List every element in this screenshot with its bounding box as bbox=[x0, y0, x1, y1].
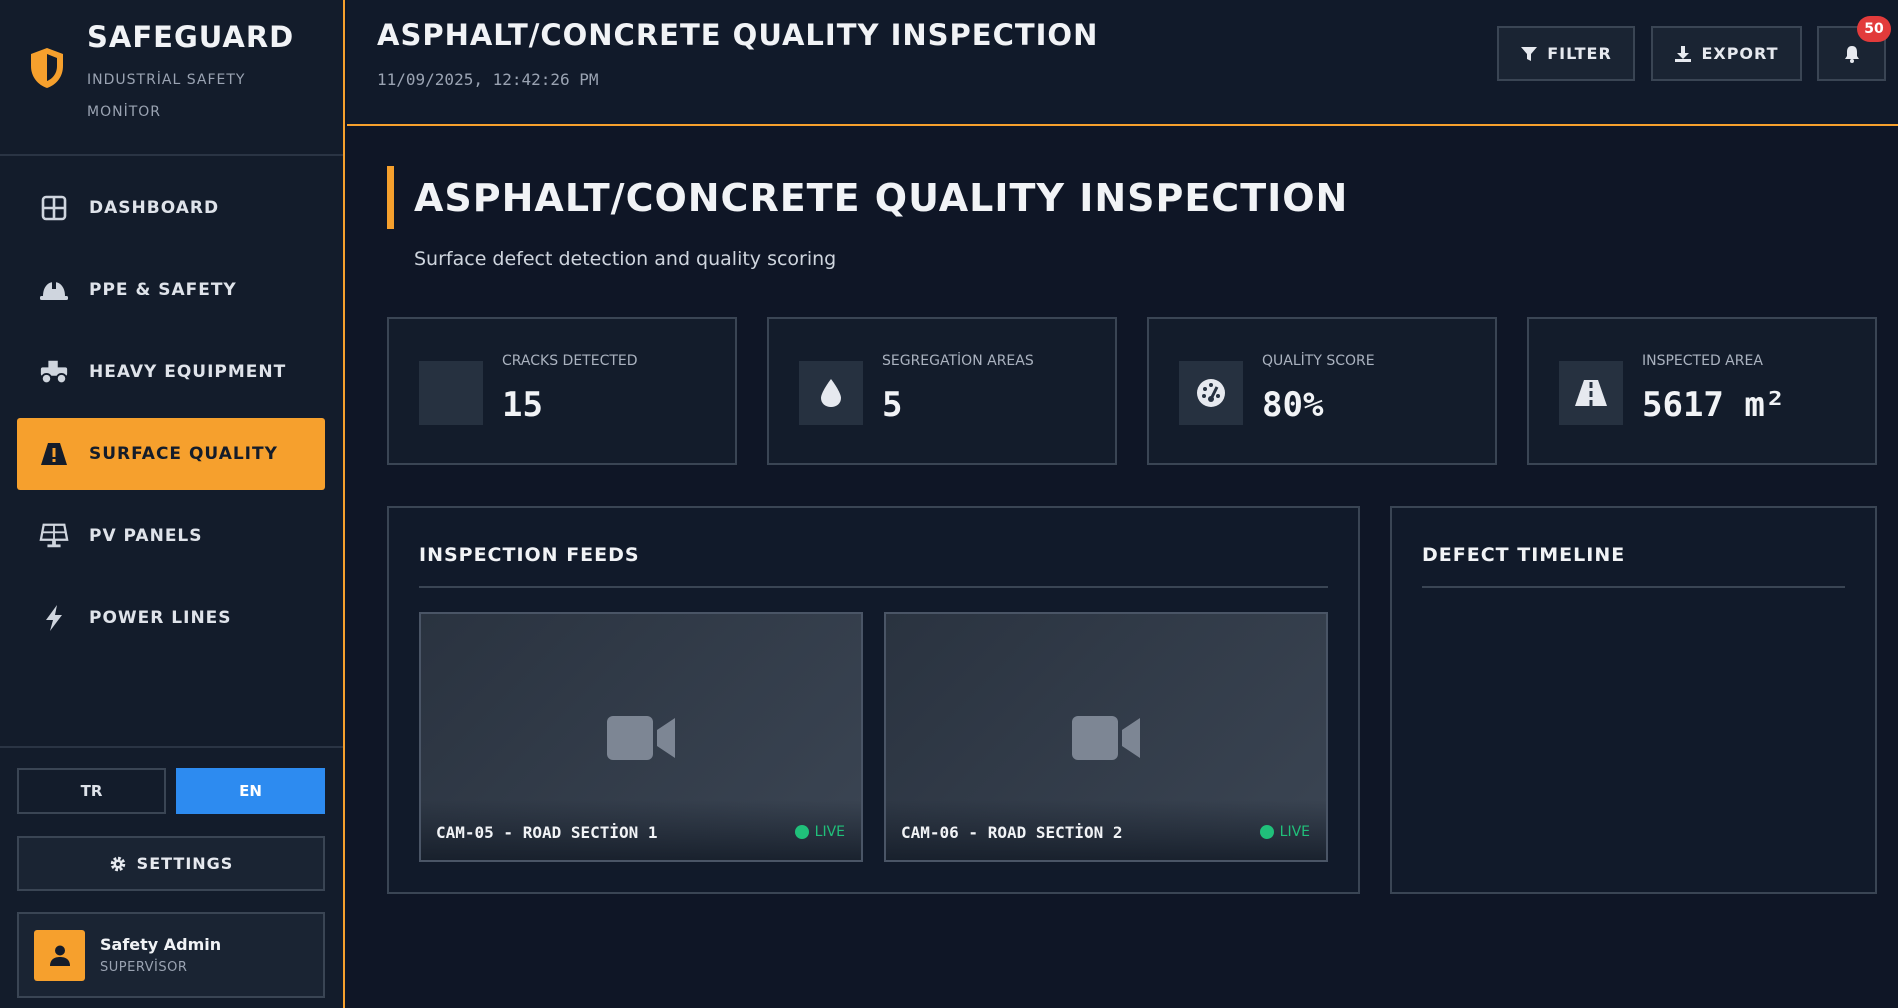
shield-icon bbox=[31, 48, 63, 88]
live-indicator: LIVE bbox=[794, 824, 845, 840]
sidebar-item-dashboard[interactable]: DASHBOARD bbox=[17, 172, 325, 244]
video-camera-icon bbox=[1072, 716, 1140, 760]
stat-value: 15 bbox=[502, 385, 543, 425]
bolt-icon bbox=[39, 603, 69, 633]
video-camera-icon bbox=[607, 716, 675, 760]
bell-icon bbox=[1844, 45, 1859, 63]
sidebar: SAFEGUARD INDUSTRİAL SAFETY MONİTOR DASH… bbox=[0, 0, 345, 1008]
stat-label: SEGREGATİON AREAS bbox=[882, 353, 1034, 369]
stat-value: 80% bbox=[1262, 385, 1324, 425]
gauge-icon bbox=[1179, 361, 1243, 425]
live-indicator: LIVE bbox=[1259, 824, 1310, 840]
stat-card-segregation: SEGREGATİON AREAS 5 bbox=[767, 317, 1117, 465]
inspection-feeds-panel: INSPECTION FEEDS CAM-05 - ROAD SECTİON 1… bbox=[387, 506, 1360, 894]
user-name: Safety Admin bbox=[100, 935, 222, 954]
sidebar-item-label: PPE & SAFETY bbox=[89, 280, 237, 300]
stat-card-inspected-area: INSPECTED AREA 5617 m² bbox=[1527, 317, 1877, 465]
camera-feed[interactable]: CAM-05 - ROAD SECTİON 1 LIVE bbox=[419, 612, 863, 862]
header-title: ASPHALT/CONCRETE QUALITY INSPECTION bbox=[377, 18, 1099, 52]
panel-title: DEFECT TIMELINE bbox=[1422, 544, 1626, 566]
page-subtitle: Surface defect detection and quality sco… bbox=[414, 248, 837, 270]
grid-icon bbox=[39, 193, 69, 223]
filter-icon bbox=[1521, 46, 1538, 61]
brand-title: SAFEGUARD bbox=[87, 20, 295, 54]
gear-icon bbox=[110, 856, 125, 871]
live-label: LIVE bbox=[814, 824, 845, 840]
user-role: SUPERVİSOR bbox=[100, 960, 188, 975]
sidebar-nav: DASHBOARD PPE & SAFETY HEAVY EQUIPMENT S… bbox=[17, 172, 325, 664]
cracks-icon bbox=[419, 361, 483, 425]
sidebar-item-label: POWER LINES bbox=[89, 608, 232, 628]
filter-label: FILTER bbox=[1547, 44, 1612, 63]
live-dot-icon bbox=[1259, 825, 1274, 839]
notification-badge: 50 bbox=[1857, 16, 1891, 42]
stat-value: 5 bbox=[882, 385, 903, 425]
stat-card-cracks: CRACKS DETECTED 15 bbox=[387, 317, 737, 465]
page-title: ASPHALT/CONCRETE QUALITY INSPECTION bbox=[414, 175, 1349, 220]
brand-subtitle: INDUSTRİAL SAFETY MONİTOR bbox=[87, 72, 246, 120]
language-en-button[interactable]: EN bbox=[176, 768, 325, 814]
avatar bbox=[34, 929, 85, 981]
live-dot-icon bbox=[794, 825, 809, 839]
brand: SAFEGUARD INDUSTRİAL SAFETY MONİTOR bbox=[0, 0, 343, 156]
panel-title: INSPECTION FEEDS bbox=[419, 544, 640, 566]
stat-label: INSPECTED AREA bbox=[1642, 353, 1763, 369]
sidebar-item-label: DASHBOARD bbox=[89, 198, 220, 218]
defect-timeline-panel: DEFECT TIMELINE bbox=[1390, 506, 1877, 894]
stat-value: 5617 m² bbox=[1642, 385, 1786, 425]
language-tr-button[interactable]: TR bbox=[17, 768, 166, 814]
panel-divider bbox=[1422, 586, 1845, 588]
settings-button[interactable]: SETTINGS bbox=[17, 836, 325, 891]
stat-card-quality-score: QUALİTY SCORE 80% bbox=[1147, 317, 1497, 465]
sidebar-item-pv-panels[interactable]: PV PANELS bbox=[17, 500, 325, 572]
filter-button[interactable]: FILTER bbox=[1497, 26, 1635, 81]
camera-feed[interactable]: CAM-06 - ROAD SECTİON 2 LIVE bbox=[884, 612, 1328, 862]
droplet-icon bbox=[799, 361, 863, 425]
language-switcher: TR EN bbox=[17, 768, 325, 814]
export-button[interactable]: EXPORT bbox=[1651, 26, 1802, 81]
page-heading: ASPHALT/CONCRETE QUALITY INSPECTION bbox=[387, 166, 1348, 229]
sidebar-item-label: SURFACE QUALITY bbox=[89, 444, 278, 464]
user-card[interactable]: Safety Admin SUPERVİSOR bbox=[17, 912, 325, 998]
sidebar-item-label: HEAVY EQUIPMENT bbox=[89, 362, 287, 382]
panel-divider bbox=[419, 586, 1328, 588]
sidebar-item-heavy-equipment[interactable]: HEAVY EQUIPMENT bbox=[17, 336, 325, 408]
user-info: Safety Admin SUPERVİSOR bbox=[100, 935, 221, 975]
road-warning-icon bbox=[39, 439, 69, 469]
sidebar-item-label: PV PANELS bbox=[89, 526, 203, 546]
stat-label: CRACKS DETECTED bbox=[502, 353, 638, 369]
camera-name: CAM-06 - ROAD SECTİON 2 bbox=[901, 823, 1123, 842]
sidebar-item-ppe-safety[interactable]: PPE & SAFETY bbox=[17, 254, 325, 326]
settings-label: SETTINGS bbox=[136, 854, 234, 873]
live-label: LIVE bbox=[1279, 824, 1310, 840]
export-label: EXPORT bbox=[1701, 44, 1779, 63]
download-icon bbox=[1675, 45, 1692, 62]
sidebar-item-surface-quality[interactable]: SURFACE QUALITY bbox=[17, 418, 325, 490]
solar-panel-icon bbox=[39, 521, 69, 551]
camera-name: CAM-05 - ROAD SECTİON 1 bbox=[436, 823, 658, 842]
hard-hat-icon bbox=[39, 275, 69, 305]
truck-icon bbox=[39, 357, 69, 387]
header-datetime: 11/09/2025, 12:42:26 PM bbox=[377, 70, 599, 89]
road-icon bbox=[1559, 361, 1623, 425]
top-header: ASPHALT/CONCRETE QUALITY INSPECTION 11/0… bbox=[347, 0, 1898, 126]
user-icon bbox=[49, 945, 70, 966]
sidebar-footer: TR EN SETTINGS Safety Admin SUPERVİSOR bbox=[0, 746, 343, 998]
stat-label: QUALİTY SCORE bbox=[1262, 353, 1375, 369]
sidebar-item-power-lines[interactable]: POWER LINES bbox=[17, 582, 325, 654]
